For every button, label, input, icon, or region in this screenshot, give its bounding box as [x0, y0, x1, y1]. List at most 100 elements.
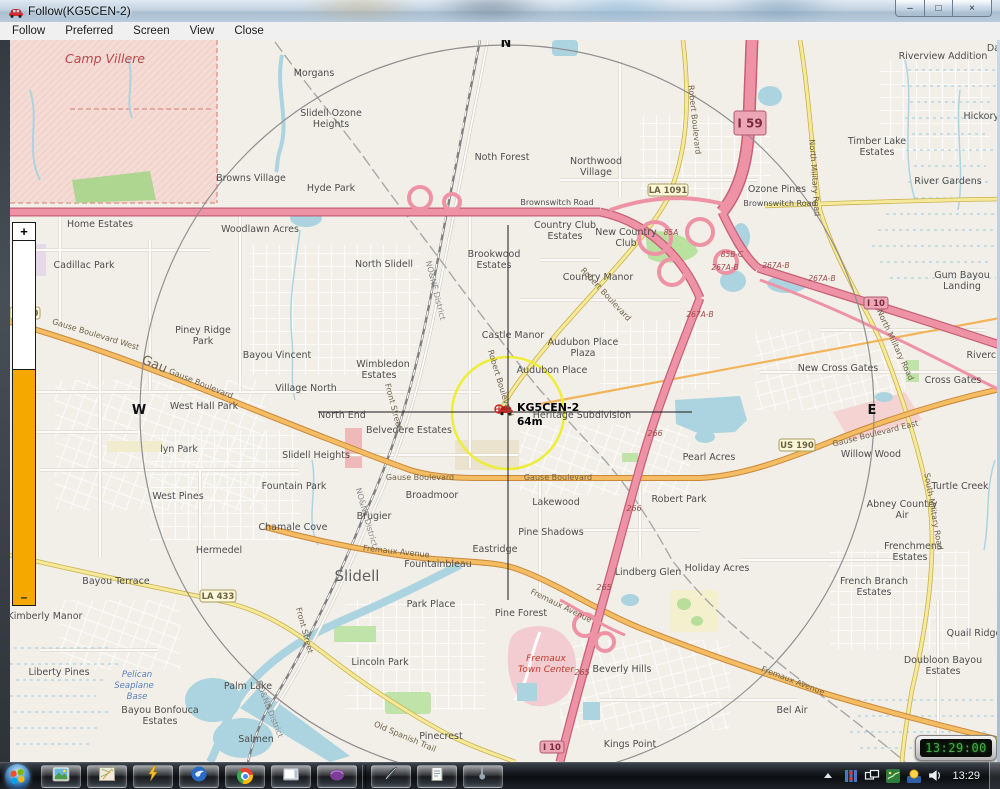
minimize-button[interactable]: –	[895, 0, 925, 17]
route-shield: US 190	[779, 439, 815, 451]
map-canvas[interactable]: I 59I 10I 10US 190S 190LA 1091LA 433Camp…	[0, 40, 1000, 762]
map-label: Lakewood	[532, 497, 580, 508]
zoom-out-button[interactable]: –	[13, 589, 35, 605]
map-label: Landing	[943, 281, 981, 292]
map-label: West Pines	[152, 491, 203, 502]
route-shield-label: LA 433	[202, 592, 235, 602]
map-label: Audubon Place	[517, 365, 588, 376]
map-label: Quail Ridge	[947, 628, 1000, 639]
map-label: Kimberly Manor	[8, 611, 83, 622]
map-label: Bel Air	[776, 705, 807, 716]
photo-viewer-icon	[52, 765, 70, 788]
network-grid-icon[interactable]	[843, 768, 859, 784]
map-label: Bayou Vincent	[243, 350, 312, 361]
browser-bird-icon	[190, 765, 208, 788]
menu-follow[interactable]: Follow	[2, 25, 55, 37]
map-label: Beverly Hills	[592, 664, 651, 675]
map-label: Pine Shadows	[518, 527, 584, 538]
utility-app-icon	[474, 765, 492, 788]
map-label: 266	[626, 504, 641, 513]
zoom-slider-fill[interactable]	[13, 369, 35, 592]
map-label: Chamale Cove	[259, 522, 328, 533]
close-button[interactable]: ×	[952, 0, 992, 17]
map-label: Bayou Terrace	[82, 576, 150, 587]
map-label: Broadmoor	[406, 490, 459, 501]
menu-view[interactable]: View	[180, 25, 225, 37]
menu-screen[interactable]: Screen	[123, 25, 179, 37]
taskbar-app-radio[interactable]	[133, 765, 173, 788]
taskbar-app-media[interactable]	[317, 765, 357, 788]
taskbar-app-window[interactable]	[271, 765, 311, 788]
map-label: French Branch	[840, 576, 908, 587]
map-label: Estates	[142, 716, 177, 727]
map-label: Home Estates	[67, 219, 133, 230]
window-titlebar[interactable]: Follow(KG5CEN-2) – □ ×	[0, 0, 1000, 23]
map-label: Estates	[856, 587, 891, 598]
map-label: Park	[193, 336, 214, 347]
taskbar-app-drawing[interactable]	[371, 765, 411, 788]
media-player-icon	[328, 765, 346, 788]
volume-icon[interactable]	[927, 768, 942, 783]
map-label: North End	[318, 410, 366, 421]
map-label: Belvedere Estates	[366, 425, 452, 436]
maximize-button[interactable]: □	[925, 0, 952, 17]
map-label: Brownswitch Road	[520, 198, 593, 207]
map-label: Wimbledon	[356, 359, 409, 370]
route-shield: I 10	[864, 297, 888, 309]
taskbar-app-utility[interactable]	[463, 765, 503, 788]
map-label: Audubon Place	[548, 337, 619, 348]
titlebar-glass-blob	[300, 0, 420, 20]
digital-clock-time: 13:29:00	[920, 739, 992, 757]
compass-east: E	[868, 403, 877, 418]
windows-flag-icon	[10, 768, 25, 784]
map-label: Woodlawn Acres	[221, 224, 299, 235]
map-label: New Cross Gates	[798, 363, 879, 374]
map-label: River Gardens	[914, 176, 981, 187]
map-label: Gause Boulevard	[386, 473, 454, 482]
map-label: Liberty Pines	[28, 667, 89, 678]
map-label: Pine Forest	[495, 608, 547, 619]
map-label: Estates	[361, 370, 396, 381]
map-label: Robert Park	[651, 494, 707, 505]
menu-close[interactable]: Close	[224, 25, 273, 37]
dual-monitor-icon[interactable]	[864, 768, 880, 784]
map-tray-icon[interactable]	[885, 768, 901, 784]
route-shield: LA 433	[200, 590, 236, 602]
map-label: Gause Boulevard	[524, 473, 592, 482]
chrome-icon	[237, 768, 253, 784]
map-zoom-slider[interactable]: + –	[12, 222, 36, 606]
map-label: Holiday Acres	[685, 563, 750, 574]
zoom-in-button[interactable]: +	[13, 223, 35, 241]
map-label: Hermedel	[196, 545, 242, 556]
map-label: Kings Point	[604, 739, 657, 750]
taskbar-app-chrome[interactable]	[225, 765, 265, 788]
show-desktop-button[interactable]	[989, 762, 1000, 789]
map-label: Heights	[313, 119, 349, 130]
taskbar-app-document[interactable]	[417, 765, 457, 788]
map-label: Estates	[547, 231, 582, 242]
map-label: Hyde Park	[307, 183, 356, 194]
map-label: Doubloon Bayou	[904, 655, 982, 666]
map-label: Hickory	[963, 111, 999, 122]
start-button[interactable]	[5, 764, 30, 789]
menu-preferred[interactable]: Preferred	[55, 25, 123, 37]
tray-clock[interactable]: 13:29	[952, 770, 980, 782]
taskbar-app-browser[interactable]	[179, 765, 219, 788]
route-shield-label: LA 1091	[649, 186, 688, 196]
taskbar-app-map[interactable]	[87, 765, 127, 788]
map-viewport[interactable]: I 59I 10I 10US 190S 190LA 1091LA 433Camp…	[0, 40, 1000, 762]
hidden-icons-chevron[interactable]	[824, 773, 832, 778]
map-label: Estates	[859, 147, 894, 158]
taskbar-app-photo-viewer[interactable]	[41, 765, 81, 788]
map-label: Park Place	[407, 599, 456, 610]
map-label: Gum Bayou	[934, 270, 989, 281]
map-label: Pelican	[122, 670, 152, 680]
car-icon	[8, 5, 24, 23]
window-title: Follow(KG5CEN-2)	[28, 4, 131, 18]
map-label: Ozone Pines	[748, 184, 806, 195]
map-label: Eastridge	[473, 544, 518, 555]
map-label: Willow Wood	[841, 449, 901, 460]
system-tray: 13:29	[824, 762, 1000, 789]
weather-tray-icon[interactable]	[906, 768, 922, 784]
digital-clock-widget: 13:29:00	[915, 735, 997, 761]
